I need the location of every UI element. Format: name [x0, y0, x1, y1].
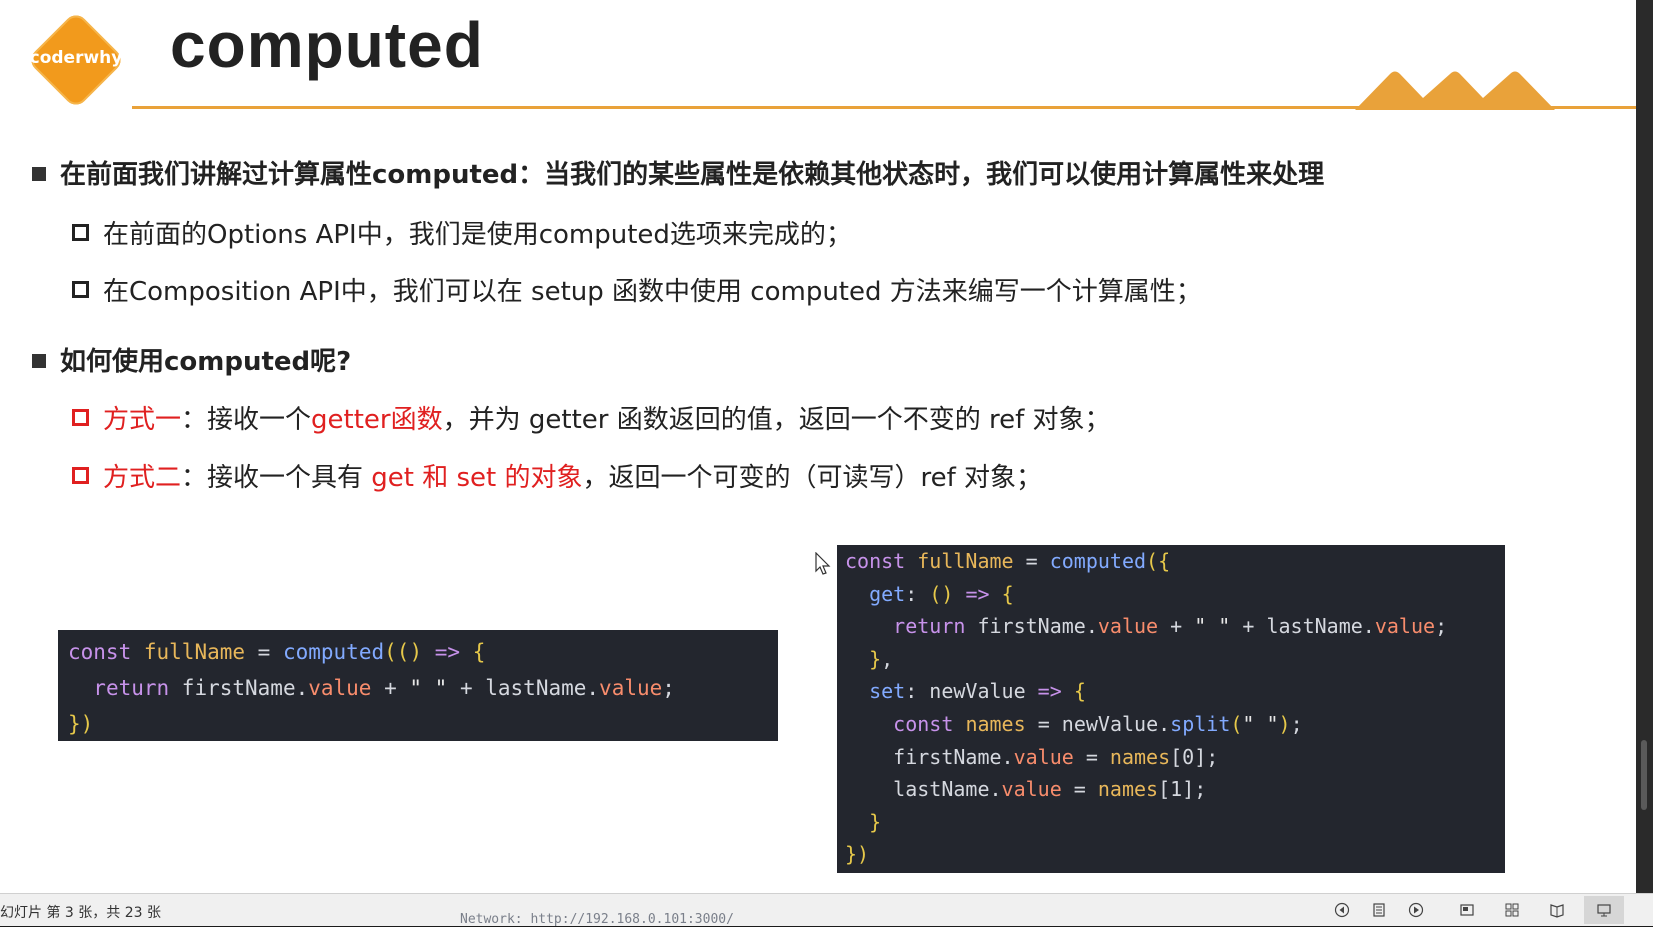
code-line: firstName.value = names[0]; [845, 744, 1219, 769]
code-line: const names = newValue.split(" "); [893, 711, 1303, 736]
slide-title: computed [170, 9, 484, 81]
red-hollow-square-bullet-icon [72, 467, 89, 484]
previous-slide-icon[interactable] [1334, 902, 1350, 918]
slide: coderwhy computed 在前面我们讲解过计算属性computed：当… [0, 0, 1636, 893]
bullet-method-one: 方式一：接收一个getter函数，并为 getter 函数返回的值，返回一个不变… [72, 399, 1111, 436]
mouse-pointer-icon [815, 552, 831, 575]
bullet-composition-api: 在Composition API中，我们可以在 setup 函数中使用 comp… [72, 271, 1202, 308]
code-line: lastName.value = names[1]; [845, 777, 1207, 802]
code-line: }) [845, 842, 870, 867]
mountains-decoration [1355, 71, 1555, 110]
slide-sorter-icon[interactable] [1504, 902, 1520, 918]
code-line: const fullName = computed(() => { [68, 640, 486, 664]
slide-counter: 幻灯片 第 3 张，共 23 张 [0, 905, 161, 921]
code-line: get: () => { [869, 581, 1014, 606]
code-block-get-set: const fullName = computed({ get: () => {… [837, 545, 1505, 873]
red-hollow-square-bullet-icon [72, 409, 89, 426]
code-line: return firstName.value + " " + lastName.… [893, 614, 1448, 639]
play-slideshow-icon[interactable] [1408, 902, 1424, 918]
bullet-method-two: 方式二：接收一个具有 get 和 set 的对象，返回一个可变的（可读写）ref… [72, 457, 1042, 494]
window-right-edge [1636, 0, 1653, 893]
reading-view-icon[interactable] [1549, 902, 1565, 918]
slideshow-view-icon[interactable] [1596, 902, 1612, 918]
bullet-computed-intro: 在前面我们讲解过计算属性computed：当我们的某些属性是依赖其他状态时，我们… [32, 154, 1324, 191]
background-terminal-text: Network: http://192.168.0.101:3000/ [460, 912, 734, 927]
code-line: }, [869, 646, 894, 671]
presentation-status-bar: 幻灯片 第 3 张，共 23 张 [0, 893, 1653, 926]
bullet-how-to-use: 如何使用computed呢? [32, 341, 351, 378]
square-bullet-icon [32, 354, 46, 368]
square-bullet-icon [32, 167, 46, 181]
code-line: }) [68, 712, 94, 736]
hollow-square-bullet-icon [72, 224, 89, 241]
hollow-square-bullet-icon [72, 281, 89, 298]
code-line: return firstName.value + " " + lastName.… [93, 676, 675, 700]
code-line: set: newValue => { [869, 679, 1086, 704]
code-block-getter: const fullName = computed(() => { return… [58, 630, 778, 741]
bullet-options-api: 在前面的Options API中，我们是使用computed选项来完成的； [72, 214, 852, 251]
notes-icon[interactable] [1371, 902, 1387, 918]
normal-view-icon[interactable] [1459, 902, 1475, 918]
code-line: const fullName = computed({ [845, 549, 1171, 573]
code-line: } [869, 809, 882, 834]
logo-text: coderwhy [29, 48, 123, 68]
scrollbar-thumb[interactable] [1641, 740, 1647, 810]
coderwhy-logo: coderwhy [26, 10, 126, 110]
